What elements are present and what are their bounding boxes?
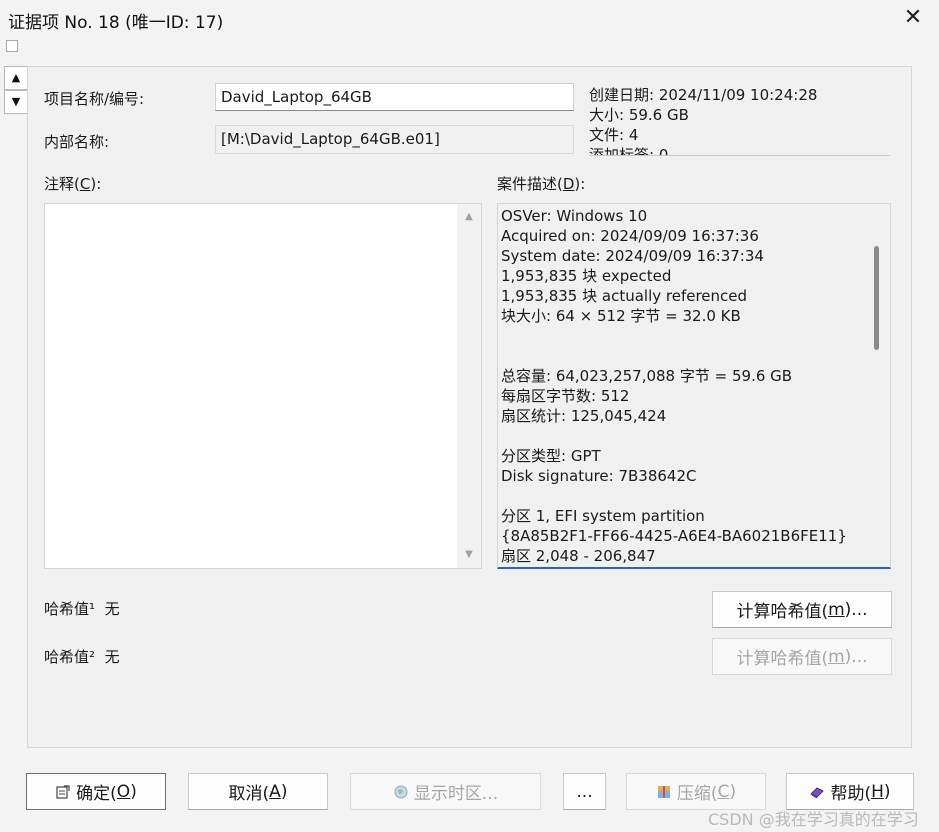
files-info: 文件: 4 xyxy=(589,126,639,144)
show-timezone-button[interactable]: 显示时区... xyxy=(350,773,541,810)
description-line: 分区类型: GPT xyxy=(501,447,601,465)
previous-item-button[interactable]: ▲ xyxy=(4,66,28,90)
description-line: 块大小: 64 × 512 字节 = 32.0 KB xyxy=(501,307,741,325)
close-button[interactable]: ✕ xyxy=(898,4,928,34)
description-line: 扇区统计: 125,045,424 xyxy=(501,407,667,425)
description-line: Acquired on: 2024/09/09 16:37:36 xyxy=(501,227,759,245)
hash2-label: 哈希值² xyxy=(44,648,96,666)
close-icon: ✕ xyxy=(903,5,923,30)
hash2-row: 哈希值² 无 xyxy=(44,646,120,667)
notes-label: 注释(C): xyxy=(44,175,102,193)
evidence-info: 创建日期: 2024/11/09 10:24:28 大小: 59.6 GB 文件… xyxy=(589,85,890,156)
description-line: Disk signature: 7B38642C xyxy=(501,467,697,485)
description-line: 1,953,835 块 actually referenced xyxy=(501,287,748,305)
item-name-label: 项目名称/编号: xyxy=(44,90,145,108)
hash1-label: 哈希值¹ xyxy=(44,600,96,618)
hash1-row: 哈希值¹ 无 xyxy=(44,598,120,619)
next-item-button[interactable]: ▼ xyxy=(4,90,28,114)
description-scroll-thumb[interactable] xyxy=(874,246,879,350)
notes-scrollbar[interactable] xyxy=(457,204,481,568)
scroll-down-icon[interactable]: ▼ xyxy=(462,548,476,562)
arrow-up-icon: ▲ xyxy=(11,71,21,84)
hash1-value: 无 xyxy=(104,600,120,618)
internal-name-label: 内部名称: xyxy=(44,133,110,151)
compute-hash2-button[interactable]: 计算哈希值(m)... xyxy=(712,638,892,675)
description-label: 案件描述(D): xyxy=(497,175,586,193)
description-line xyxy=(501,326,861,346)
compute-hash-button[interactable]: 计算哈希值(m)... xyxy=(712,591,892,628)
description-line: 总容量: 64,023,257,088 字节 = 59.6 GB xyxy=(501,367,793,385)
description-line: OSVer: Windows 10 xyxy=(501,207,648,225)
more-button[interactable]: ... xyxy=(563,773,606,810)
system-menu-box[interactable] xyxy=(6,40,18,52)
description-line xyxy=(501,346,861,366)
description-line: 1,953,835 块 expected xyxy=(501,267,672,285)
description-line xyxy=(501,426,861,446)
size-info: 大小: 59.6 GB xyxy=(589,106,689,124)
notes-textarea[interactable] xyxy=(44,203,482,569)
compress-button[interactable]: 压缩(C) xyxy=(626,773,766,810)
hash2-value: 无 xyxy=(104,648,120,666)
tags-info: 添加标签: 0 xyxy=(589,146,669,156)
arrow-down-icon: ▼ xyxy=(11,95,21,108)
cancel-button[interactable]: 取消(A) xyxy=(188,773,328,810)
description-line xyxy=(501,486,861,506)
description-line: 分区 1, EFI system partition xyxy=(501,507,705,525)
help-button[interactable]: 帮助(H) xyxy=(786,773,914,810)
watermark: CSDN @我在学习真的在学习 xyxy=(708,810,919,829)
internal-name-field: [M:\David_Laptop_64GB.e01] xyxy=(215,125,574,154)
description-text: OSVer: Windows 10 Acquired on: 2024/09/09… xyxy=(501,206,861,566)
scroll-up-icon[interactable]: ▲ xyxy=(462,210,476,224)
ok-button[interactable]: 确定(O) xyxy=(26,773,166,810)
description-line: {8A85B2F1-FF66-4425-A6E4-BA6021B6FE11} xyxy=(501,527,847,545)
description-line: 扇区 2,048 - 206,847 xyxy=(501,547,656,565)
description-line: System date: 2024/09/09 16:37:34 xyxy=(501,247,764,265)
window-title: 证据项 No. 18 (唯一ID: 17) xyxy=(8,13,224,33)
created-date: 创建日期: 2024/11/09 10:24:28 xyxy=(589,86,818,104)
globe-icon xyxy=(394,785,408,798)
help-book-icon xyxy=(810,786,825,798)
description-line: 每扇区字节数: 512 xyxy=(501,387,630,405)
archive-icon xyxy=(657,785,670,798)
properties-icon xyxy=(56,784,70,799)
item-name-input[interactable]: David_Laptop_64GB xyxy=(215,83,574,111)
